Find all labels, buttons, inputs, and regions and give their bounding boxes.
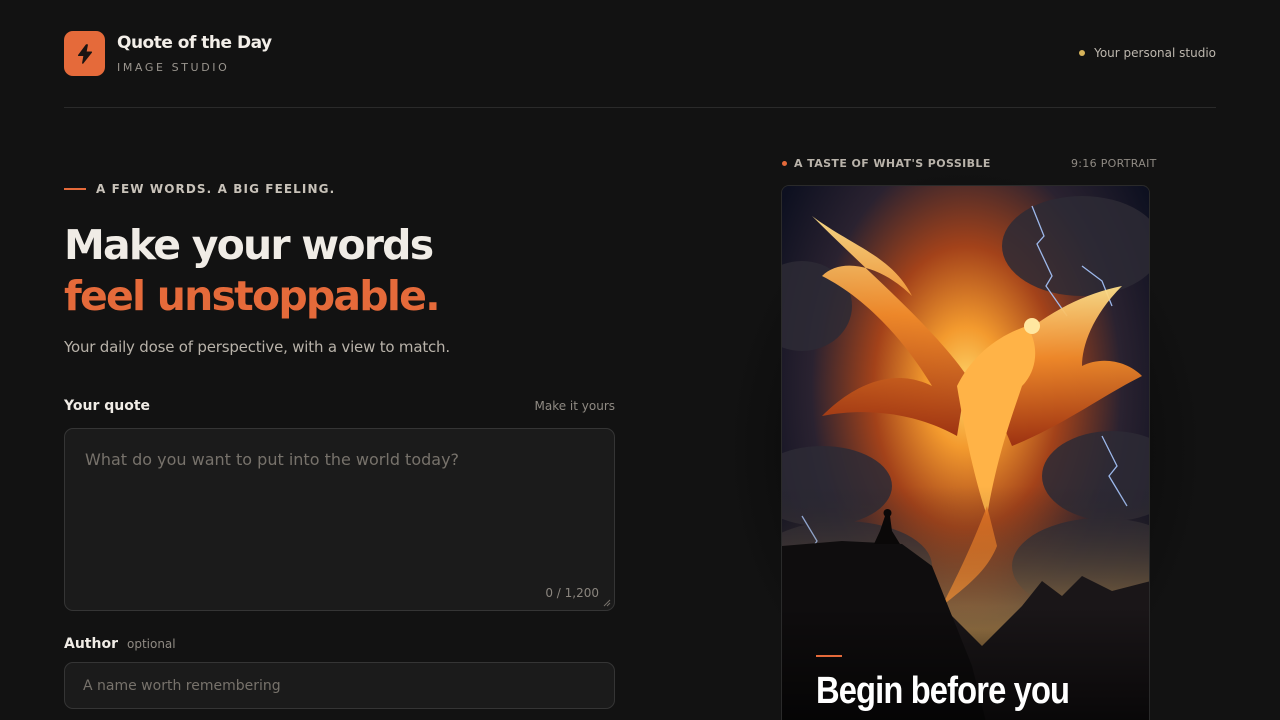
studio-tag-label: Your personal studio [1094,46,1216,60]
page-title: Make your words feel unstoppable. [64,220,441,322]
author-input[interactable]: A name worth remembering [64,662,615,709]
lightning-bolt-icon [77,43,92,64]
author-optional-tag: optional [126,637,176,651]
preview-card: Begin before you [781,185,1150,720]
quote-hint: Make it yours [534,399,615,413]
hero-eyebrow: A FEW WORDS. A BIG FEELING. [64,182,335,196]
headline-line-1: Make your words [64,221,434,269]
studio-tag: Your personal studio [1079,46,1216,60]
brand-name: Quote of the Day [117,33,272,53]
quote-textarea[interactable]: What do you want to put into the world t… [64,428,615,611]
headline-line-2: feel unstoppable. [64,272,441,320]
phoenix-illustration [782,186,1149,720]
author-placeholder: A name worth remembering [83,678,281,694]
page: Quote of the Day IMAGE STUDIO Your perso… [0,0,1280,720]
status-dot-icon [1079,50,1086,56]
preview-eyebrow-label: A TASTE OF WHAT'S POSSIBLE [794,157,991,170]
hero-eyebrow-label: A FEW WORDS. A BIG FEELING. [96,182,336,196]
bullet-icon [782,161,787,166]
card-accent-line [816,655,842,657]
brand-subtitle: IMAGE STUDIO [117,61,230,74]
logo[interactable] [64,31,105,76]
card-quote-text: Begin before you [816,670,1070,712]
header: Quote of the Day IMAGE STUDIO Your perso… [64,0,1216,108]
quote-placeholder: What do you want to put into the world t… [85,450,460,469]
character-counter: 0 / 1,200 [545,586,599,600]
tagline: Your daily dose of perspective, with a v… [64,338,450,356]
author-label: Author [64,636,118,652]
quote-label: Your quote [64,398,151,414]
preview-format: 9:16 PORTRAIT [1071,157,1157,170]
preview-eyebrow: A TASTE OF WHAT'S POSSIBLE [782,157,991,170]
author-label-row: Author optional [64,636,176,652]
resize-handle-icon[interactable] [603,599,611,607]
accent-line [64,188,86,190]
